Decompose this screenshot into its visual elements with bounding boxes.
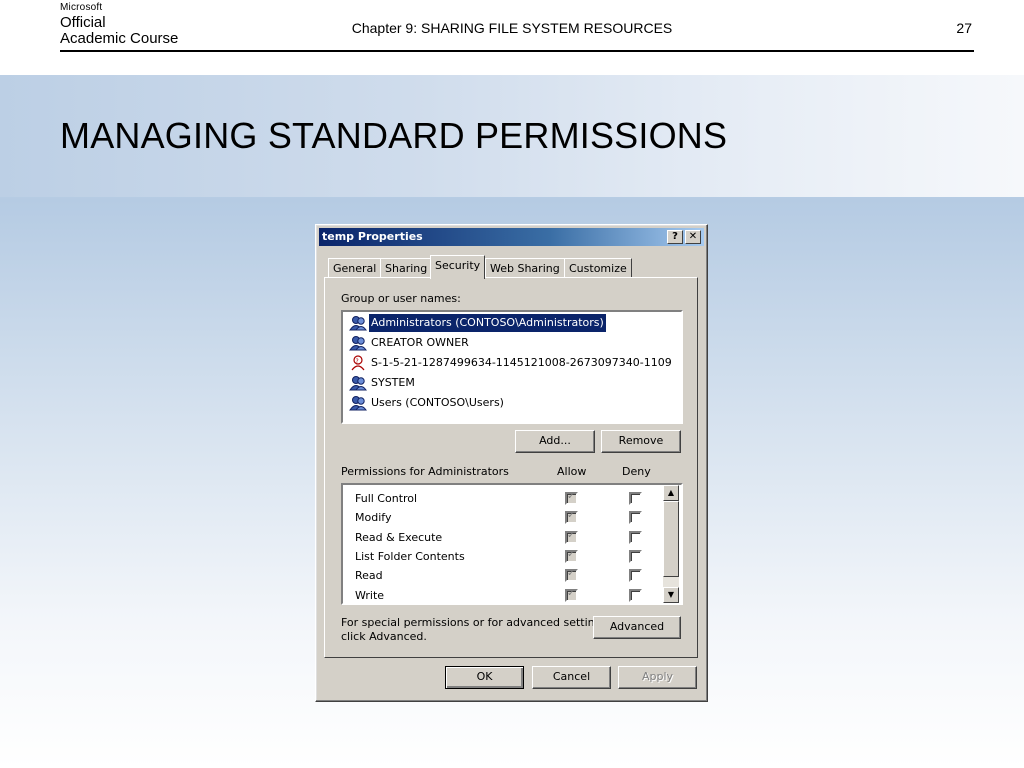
advanced-hint-line1: For special permissions or for advanced …: [341, 616, 611, 629]
permission-row: Full Control: [355, 492, 418, 505]
checkmark-icon: ✓: [567, 568, 576, 580]
group-list-item-label: Users (CONTOSO\Users): [371, 396, 504, 409]
slide-title: MANAGING STANDARD PERMISSIONS: [60, 115, 728, 156]
advanced-button[interactable]: Advanced: [593, 616, 681, 639]
checkmark-icon: ✓: [567, 548, 576, 560]
help-button[interactable]: ?: [667, 230, 683, 244]
cancel-button[interactable]: Cancel: [532, 666, 611, 689]
permission-row: List Folder Contents: [355, 549, 465, 563]
apply-button[interactable]: Apply: [618, 666, 697, 689]
permission-row: Read & Execute: [355, 530, 443, 544]
allow-checkbox[interactable]: ✓: [565, 529, 578, 544]
group-user-list[interactable]: Administrators (CONTOSO\Administrators) C…: [341, 310, 683, 424]
allow-checkbox[interactable]: ✓: [565, 587, 578, 602]
security-tab-panel: Group or user names: Administrators (CON…: [324, 277, 698, 658]
page-number: 27: [956, 20, 972, 36]
permissions-list[interactable]: ▲ ▼ Full Control ✓ Modify ✓ Read & Execute ✓ L…: [341, 483, 683, 605]
permission-row: Modify: [355, 511, 392, 525]
deny-header: Deny: [622, 465, 651, 478]
permissions-scrollbar[interactable]: ▲ ▼: [663, 485, 679, 603]
scroll-down-icon[interactable]: ▼: [663, 587, 679, 603]
add-button[interactable]: Add...: [515, 430, 595, 453]
deny-checkbox[interactable]: [629, 569, 642, 583]
tab-security[interactable]: Security: [430, 255, 486, 279]
deny-checkbox[interactable]: [629, 588, 642, 602]
dialog-titlebar[interactable]: temp Properties ? ✕: [319, 228, 704, 246]
permission-row: Read: [355, 569, 383, 583]
advanced-hint-line2: click Advanced.: [341, 630, 427, 643]
group-icon: [349, 315, 367, 331]
tab-sharing[interactable]: Sharing: [380, 258, 433, 278]
remove-button[interactable]: Remove: [601, 430, 681, 453]
group-list-item[interactable]: SYSTEM: [347, 374, 681, 392]
deny-checkbox[interactable]: [629, 492, 642, 505]
unknown-user-icon: ?: [349, 355, 367, 371]
deny-checkbox[interactable]: [629, 549, 642, 563]
group-list-item[interactable]: CREATOR OWNER: [347, 334, 681, 352]
dialog-title: temp Properties: [322, 230, 423, 243]
group-icon: [349, 375, 367, 391]
permission-row: Write: [355, 588, 385, 602]
allow-checkbox[interactable]: ✓: [565, 510, 578, 525]
checkmark-icon: ✓: [567, 529, 576, 541]
svg-text:?: ?: [356, 358, 359, 365]
group-list-item-label: S-1-5-21-1287499634-1145121008-267309734…: [371, 356, 672, 369]
allow-header: Allow: [557, 465, 587, 478]
allow-checkbox[interactable]: ✓: [565, 568, 578, 583]
group-list-item-label: SYSTEM: [371, 376, 415, 389]
group-list-item[interactable]: ? S-1-5-21-1287499634-1145121008-26730973…: [347, 354, 681, 372]
ok-button[interactable]: OK: [445, 666, 524, 689]
group-list-item-label: CREATOR OWNER: [371, 336, 469, 349]
groups-label: Group or user names:: [341, 292, 461, 305]
deny-checkbox[interactable]: [629, 530, 642, 544]
allow-checkbox[interactable]: ✓: [565, 548, 578, 563]
allow-checkbox[interactable]: ✓: [565, 491, 578, 505]
tab-web-sharing[interactable]: Web Sharing: [485, 258, 565, 278]
logo-microsoft: Microsoft: [60, 2, 103, 13]
tab-customize[interactable]: Customize: [564, 258, 632, 278]
scroll-thumb[interactable]: [663, 501, 679, 577]
properties-dialog: temp Properties ? ✕ General Sharing Secu…: [315, 224, 708, 702]
group-list-item[interactable]: Administrators (CONTOSO\Administrators): [347, 313, 681, 333]
checkmark-icon: ✓: [567, 491, 576, 502]
permissions-label: Permissions for Administrators: [341, 465, 509, 478]
tab-general[interactable]: General: [328, 258, 382, 278]
chapter-title: Chapter 9: SHARING FILE SYSTEM RESOURCES: [351, 20, 673, 36]
header-divider: [60, 50, 974, 52]
group-icon: [349, 335, 367, 351]
deny-checkbox[interactable]: [629, 511, 642, 525]
group-icon: [349, 395, 367, 411]
close-button[interactable]: ✕: [685, 230, 701, 244]
checkmark-icon: ✓: [567, 587, 576, 599]
checkmark-icon: ✓: [567, 510, 576, 522]
group-list-item[interactable]: Users (CONTOSO\Users): [347, 394, 681, 412]
group-list-item-label: Administrators (CONTOSO\Administrators): [368, 313, 607, 333]
scroll-up-icon[interactable]: ▲: [663, 485, 679, 501]
